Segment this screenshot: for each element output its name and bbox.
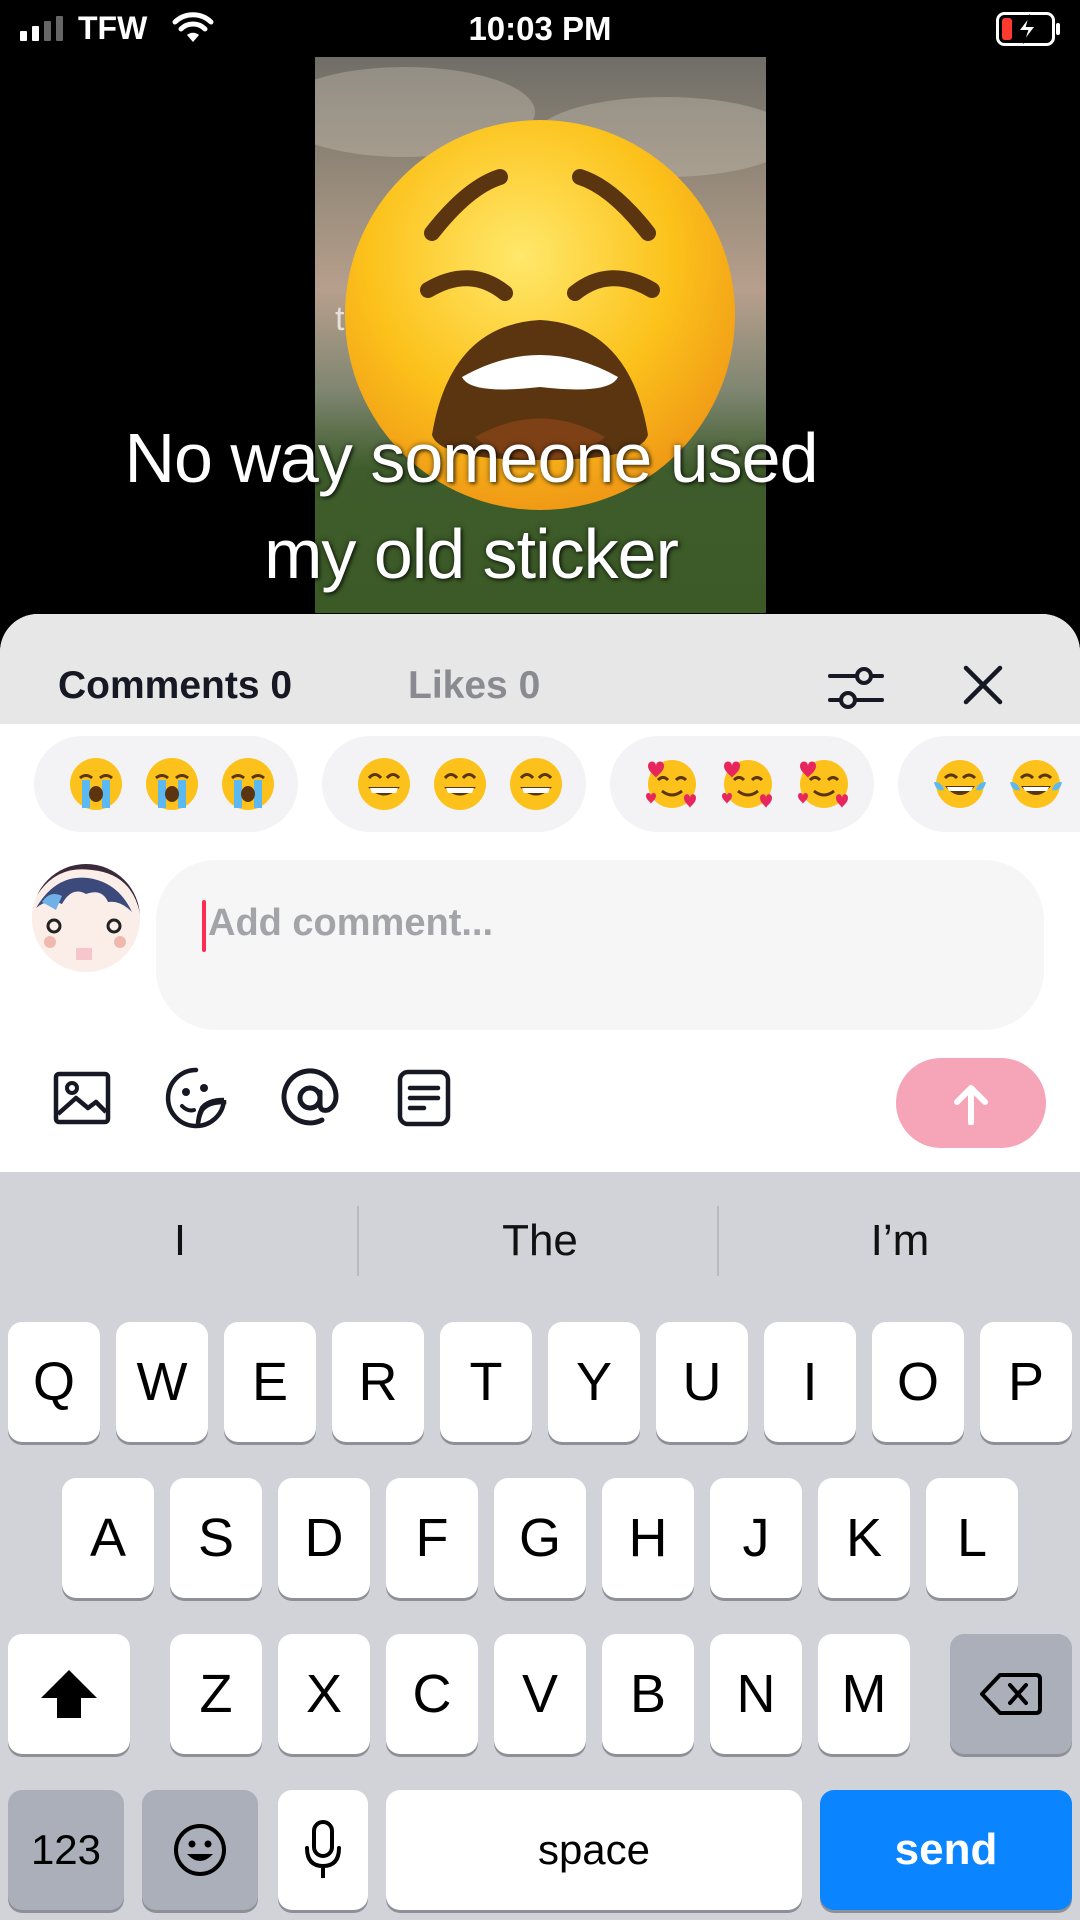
keyboard: I The I’m Q W E R T Y U I O P A S D F G …: [0, 1172, 1080, 1920]
quick-reaction-row: [0, 736, 1080, 836]
microphone-icon: [305, 1820, 341, 1878]
loudly-crying-face-icon: [146, 758, 198, 810]
sticker-icon[interactable]: [164, 1066, 228, 1130]
key-k[interactable]: K: [818, 1478, 910, 1598]
key-v[interactable]: V: [494, 1634, 586, 1754]
smiling-face-with-hearts-icon: [646, 760, 696, 808]
image-icon[interactable]: [50, 1066, 114, 1130]
key-f[interactable]: F: [386, 1478, 478, 1598]
caption-line-2: my old sticker: [264, 515, 679, 593]
reaction-hearts[interactable]: [610, 736, 874, 832]
space-key[interactable]: space: [386, 1790, 802, 1910]
reaction-grinning[interactable]: [322, 736, 586, 832]
key-r[interactable]: R: [332, 1322, 424, 1442]
emoji-icon: [174, 1824, 226, 1876]
loudly-crying-face-icon: [70, 758, 122, 810]
tab-likes[interactable]: Likes 0: [408, 664, 540, 708]
key-l[interactable]: L: [926, 1478, 1018, 1598]
key-o[interactable]: O: [872, 1322, 964, 1442]
arrow-up-icon: [954, 1085, 988, 1125]
filter-icon[interactable]: [826, 658, 886, 718]
grinning-face-icon: [434, 758, 486, 810]
key-y[interactable]: Y: [548, 1322, 640, 1442]
key-b[interactable]: B: [602, 1634, 694, 1754]
backspace-key[interactable]: [950, 1634, 1072, 1754]
question-list-icon[interactable]: [392, 1066, 456, 1130]
comment-input[interactable]: Add comment...: [156, 860, 1044, 1030]
key-a[interactable]: A: [62, 1478, 154, 1598]
clock: 10:03 PM: [468, 10, 612, 47]
key-u[interactable]: U: [656, 1322, 748, 1442]
dictation-key[interactable]: [278, 1790, 368, 1910]
key-p[interactable]: P: [980, 1322, 1072, 1442]
status-bar: TFW 10:03 PM: [0, 0, 1080, 58]
numbers-key[interactable]: 123: [8, 1790, 124, 1910]
suggestion-1[interactable]: I: [0, 1216, 360, 1266]
mention-icon[interactable]: [278, 1066, 342, 1130]
avatar: [32, 864, 140, 972]
key-n[interactable]: N: [710, 1634, 802, 1754]
key-j[interactable]: J: [710, 1478, 802, 1598]
key-w[interactable]: W: [116, 1322, 208, 1442]
reaction-loudly-crying[interactable]: [34, 736, 298, 832]
face-with-tears-of-joy-icon: [1010, 760, 1062, 808]
key-x[interactable]: X: [278, 1634, 370, 1754]
sheet-header: Comments 0 Likes 0: [0, 614, 1080, 724]
key-t[interactable]: T: [440, 1322, 532, 1442]
comment-sheet: Comments 0 Likes 0 Add comment...: [0, 614, 1080, 1174]
key-e[interactable]: E: [224, 1322, 316, 1442]
grinning-face-icon: [510, 758, 562, 810]
smiling-face-with-hearts-icon: [798, 760, 848, 808]
close-icon[interactable]: [958, 660, 1008, 710]
suggestion-divider: [357, 1206, 359, 1276]
suggestion-2[interactable]: The: [360, 1216, 720, 1266]
key-c[interactable]: C: [386, 1634, 478, 1754]
send-key[interactable]: send: [820, 1790, 1072, 1910]
backspace-icon: [980, 1673, 1042, 1715]
video-caption: No way someone used my old sticker: [0, 410, 1080, 602]
text-cursor: [202, 900, 206, 952]
caption-line-1: No way someone used: [124, 419, 818, 497]
shift-icon: [41, 1670, 97, 1718]
battery-charging-icon: [996, 12, 1060, 46]
emoji-key[interactable]: [142, 1790, 258, 1910]
key-d[interactable]: D: [278, 1478, 370, 1598]
suggestion-divider: [717, 1206, 719, 1276]
post-comment-button[interactable]: [896, 1058, 1046, 1148]
suggestion-3[interactable]: I’m: [720, 1216, 1080, 1266]
key-s[interactable]: S: [170, 1478, 262, 1598]
tab-comments[interactable]: Comments 0: [58, 664, 292, 708]
key-q[interactable]: Q: [8, 1322, 100, 1442]
comment-placeholder: Add comment...: [208, 902, 494, 944]
shift-key[interactable]: [8, 1634, 130, 1754]
smiling-face-with-hearts-icon: [722, 760, 772, 808]
loudly-crying-face-icon: [222, 758, 274, 810]
key-i[interactable]: I: [764, 1322, 856, 1442]
key-g[interactable]: G: [494, 1478, 586, 1598]
reaction-tears-of-joy[interactable]: [898, 736, 1080, 832]
key-h[interactable]: H: [602, 1478, 694, 1598]
grinning-face-icon: [358, 758, 410, 810]
key-z[interactable]: Z: [170, 1634, 262, 1754]
key-m[interactable]: M: [818, 1634, 910, 1754]
face-with-tears-of-joy-icon: [934, 760, 986, 808]
